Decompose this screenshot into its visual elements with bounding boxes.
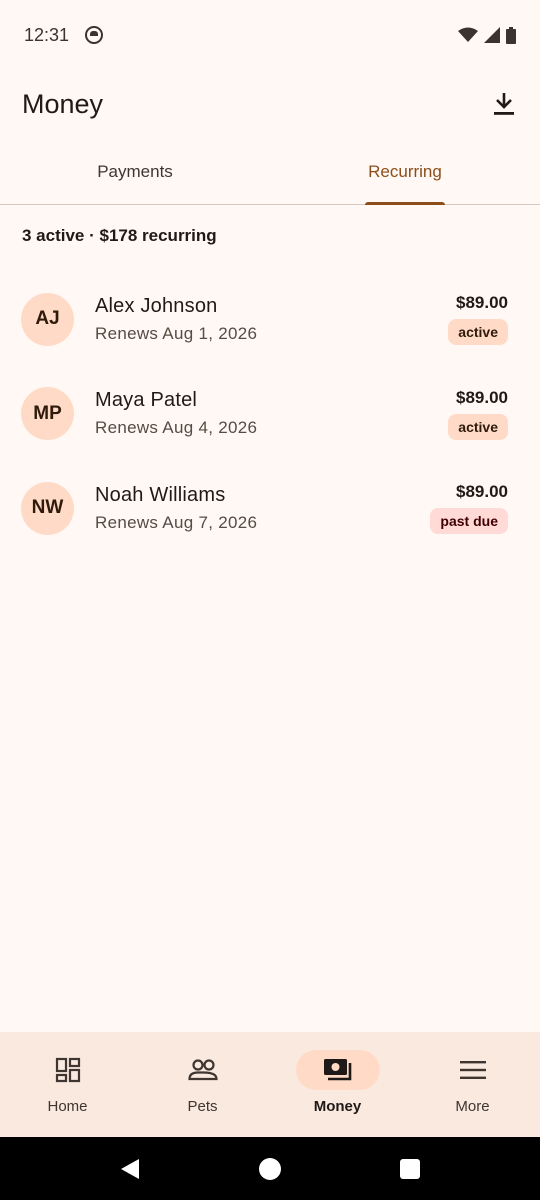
nav-label: Pets [187,1098,218,1115]
list-item[interactable]: AJ Alex Johnson Renews Aug 1, 2026 $89.0… [0,272,540,367]
list-item[interactable]: NW Noah Williams Renews Aug 7, 2026 $89.… [0,461,540,556]
list-item-text: Alex Johnson Renews Aug 1, 2026 [95,295,448,344]
dashboard-icon [55,1057,80,1083]
tab-recurring[interactable]: Recurring [270,140,540,204]
status-bar: 12:31 [0,0,540,70]
back-button[interactable] [60,1137,200,1200]
home-circle-icon [259,1157,281,1180]
nav-indicator [295,1050,380,1090]
people-icon [187,1059,218,1081]
nav-label: Money [313,1098,362,1115]
nav-indicator [431,1050,515,1090]
amount: $89.00 [456,482,508,502]
page-title: Money [22,88,104,119]
list-item[interactable]: MP Maya Patel Renews Aug 4, 2026 $89.00 … [0,367,540,462]
recents-button[interactable] [340,1137,480,1200]
nav-money[interactable]: Money [270,1032,405,1137]
battery-icon [506,26,516,44]
nav-pets[interactable]: Pets [135,1032,270,1137]
list-item-text: Maya Patel Renews Aug 4, 2026 [95,389,448,438]
system-navigation-bar [0,1137,540,1200]
list-item-text: Noah Williams Renews Aug 7, 2026 [95,484,430,533]
list-item-trailing: $89.00 active [448,293,508,346]
amount: $89.00 [456,387,508,407]
menu-icon [459,1061,486,1079]
download-button[interactable] [488,88,520,120]
subscription-list: AJ Alex Johnson Renews Aug 1, 2026 $89.0… [0,272,540,556]
nav-indicator [26,1050,110,1090]
bottom-navigation: Home Pets Money More [0,1032,540,1137]
status-badge: active [448,319,508,346]
signal-icon [484,27,500,43]
avatar: AJ [21,292,74,346]
status-right [458,26,516,44]
renewal-date: Renews Aug 1, 2026 [95,323,258,343]
back-icon [121,1158,139,1179]
wifi-icon [458,27,478,42]
renewal-date: Renews Aug 4, 2026 [95,418,258,438]
status-left: 12:31 [24,24,104,46]
top-app-bar: Money [0,70,540,138]
client-name: Noah Williams [95,483,226,506]
nav-home[interactable]: Home [0,1032,135,1137]
client-name: Alex Johnson [95,294,218,317]
home-button[interactable] [200,1137,340,1200]
renewal-date: Renews Aug 7, 2026 [95,512,258,532]
status-time: 12:31 [24,24,70,45]
client-name: Maya Patel [95,389,198,412]
recurring-summary: 3 active · $178 recurring [22,226,217,245]
nav-more[interactable]: More [405,1032,540,1137]
status-badge: past due [430,508,508,535]
nav-indicator [161,1050,245,1090]
tab-bar: Payments Recurring [0,140,540,205]
amount: $89.00 [456,293,508,313]
avatar: NW [21,481,74,535]
nav-label: More [455,1098,490,1115]
status-badge: active [448,413,508,440]
list-item-trailing: $89.00 past due [430,482,508,535]
nav-label: Home [47,1098,88,1115]
avatar: MP [21,387,74,441]
payments-icon [323,1059,351,1081]
list-item-trailing: $89.00 active [448,388,508,440]
notification-icon [85,26,104,44]
download-icon [494,93,514,115]
tab-payments[interactable]: Payments [0,140,270,204]
recents-icon [400,1158,420,1179]
